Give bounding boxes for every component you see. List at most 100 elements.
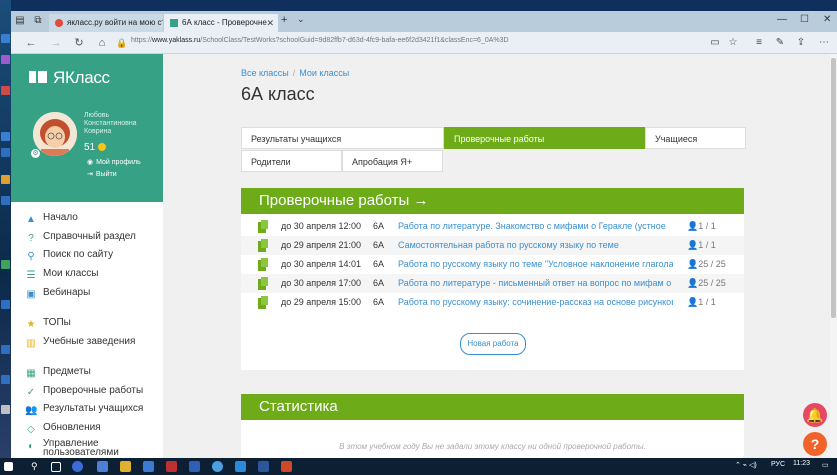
notifications-icon[interactable]: ▭ <box>822 461 829 469</box>
desktop-icon[interactable] <box>1 175 10 184</box>
scrollbar[interactable] <box>830 54 837 458</box>
sidebar-item-results[interactable]: 👥 Результаты учащихся <box>25 401 143 417</box>
app-icon[interactable] <box>72 461 83 472</box>
browser-tab-active[interactable]: 6А класс - Проверочне ✕ <box>164 14 278 32</box>
share-icon[interactable]: ⇪ <box>794 36 808 50</box>
table-row[interactable]: до 29 апреля 15:00 6А Работа по русскому… <box>241 293 744 312</box>
logo[interactable]: ЯКласс <box>53 68 110 88</box>
desktop-icon[interactable] <box>1 260 10 269</box>
check-circle-icon: ✓ <box>26 387 36 398</box>
sidebar-item-tests[interactable]: ✓ Проверочные работы <box>25 383 143 399</box>
sidebar-item-schools[interactable]: ▥ Учебные заведения <box>25 334 135 350</box>
forward-icon[interactable]: → <box>48 35 64 51</box>
sidebar-item-reference[interactable]: ? Справочный раздел <box>25 229 136 245</box>
maximize-icon[interactable]: ☐ <box>800 14 809 25</box>
avatar[interactable] <box>33 112 77 156</box>
table-row[interactable]: до 29 апреля 21:00 6А Самостоятельная ра… <box>241 236 744 255</box>
back-icon[interactable]: ← <box>23 35 39 51</box>
refresh-icon[interactable]: ↻ <box>71 35 87 51</box>
browser-tab[interactable]: якласс.ру войти на мою ст <box>49 14 163 32</box>
desktop-icon[interactable] <box>1 132 10 141</box>
sidebar-item-home[interactable]: ▲ Начало <box>25 210 78 226</box>
tab-students[interactable]: Учащиеся <box>645 127 746 149</box>
scrollbar-thumb[interactable] <box>831 58 836 318</box>
search-icon: ⚲ <box>27 251 35 262</box>
word-icon[interactable] <box>258 461 269 472</box>
reading-view-icon[interactable]: ▭ <box>708 36 722 50</box>
work-link[interactable]: Работа по литературе - письменный ответ … <box>398 274 673 293</box>
new-tab-icon[interactable]: + <box>281 14 287 26</box>
tab-preview-icon[interactable]: ⧉ <box>31 14 45 28</box>
sidebar-item-tops[interactable]: ★ ТОПы <box>25 315 71 331</box>
taskbar: ⚲ ⌃ ⌁ ◁) РУС 11:23 ▭ <box>0 458 837 475</box>
network-icon[interactable]: ⌃ ⌁ ◁) <box>735 461 757 469</box>
desktop-icon[interactable] <box>1 405 10 414</box>
search-icon[interactable]: ⚲ <box>31 461 42 472</box>
favorites-hub-icon[interactable]: ≡ <box>752 36 766 50</box>
desktop-icon[interactable] <box>1 148 10 157</box>
sidebar-item-webinars[interactable]: ▣ Вебинары <box>25 285 90 301</box>
sidebar-item-subjects[interactable]: ▦ Предметы <box>25 364 91 380</box>
work-link[interactable]: Работа по русскому языку по теме "Условн… <box>398 255 673 274</box>
close-tab-icon[interactable]: ✕ <box>266 14 274 32</box>
tab-approbation[interactable]: Апробация Я+ <box>342 150 443 172</box>
clock[interactable]: 11:23 <box>793 460 810 467</box>
tab-parents[interactable]: Родители <box>241 150 342 172</box>
desktop-icon[interactable] <box>1 86 10 95</box>
more-icon[interactable]: ⋯ <box>817 36 831 50</box>
work-link[interactable]: Самостоятельная работа по русскому языку… <box>398 236 673 255</box>
store-icon[interactable] <box>143 461 154 472</box>
language-indicator[interactable]: РУС <box>771 461 785 468</box>
desktop-icon[interactable] <box>1 55 10 64</box>
tab-tests[interactable]: Проверочные работы <box>444 127 645 149</box>
task-view-icon[interactable] <box>51 462 61 472</box>
tests-card: Проверочные работы → до 30 апреля 12:00 … <box>241 188 744 370</box>
classes-icon: ☰ <box>26 270 36 281</box>
sidebar-item-updates[interactable]: ◇ Обновления <box>25 420 100 436</box>
app-icon[interactable] <box>235 461 246 472</box>
work-link[interactable]: Работа по русскому языку: сочинение-расс… <box>398 293 673 312</box>
desktop-icon[interactable] <box>1 34 10 43</box>
sidebar-item-classes[interactable]: ☰ Мои классы <box>25 266 99 282</box>
home-icon[interactable]: ⌂ <box>94 35 110 51</box>
yaklass-logo-icon <box>29 71 47 83</box>
profile-link[interactable]: ◉ Мой профиль <box>87 158 141 166</box>
help-button[interactable]: ? <box>803 432 827 456</box>
app-icon[interactable] <box>166 461 177 472</box>
minimize-icon[interactable]: — <box>777 14 787 25</box>
breadcrumb-my-classes[interactable]: Мои классы <box>299 68 349 78</box>
document-icon <box>258 220 268 233</box>
desktop-icon[interactable] <box>1 196 10 205</box>
logout-link[interactable]: ⇥ Выйти <box>87 170 117 178</box>
favorite-star-icon[interactable]: ☆ <box>726 36 740 50</box>
new-work-button[interactable]: Новая работа <box>460 333 526 355</box>
tab-list-icon[interactable]: ▤ <box>13 14 27 28</box>
breadcrumb-all-classes[interactable]: Все классы <box>241 68 289 78</box>
edge-icon[interactable] <box>97 461 108 472</box>
tab-student-results[interactable]: Результаты учащихся <box>241 127 444 149</box>
table-row[interactable]: до 30 апреля 17:00 6А Работа по литерату… <box>241 274 744 293</box>
pen-icon[interactable]: ✎ <box>773 36 787 50</box>
chevron-down-icon[interactable]: ⌄ <box>297 14 305 25</box>
desktop-icon[interactable] <box>1 375 10 384</box>
sidebar-item-user-management[interactable]: ◐ Управление пользователями <box>25 439 145 458</box>
work-link[interactable]: Работа по литературе. Знакомство с мифам… <box>398 217 673 236</box>
close-window-icon[interactable]: ✕ <box>823 14 831 25</box>
table-row[interactable]: до 30 апреля 14:01 6А Работа по русскому… <box>241 255 744 274</box>
sidebar-item-search[interactable]: ⚲ Поиск по сайту <box>25 247 113 263</box>
updates-icon: ◇ <box>27 424 35 435</box>
tests-card-header[interactable]: Проверочные работы → <box>241 188 744 214</box>
notification-bell-icon[interactable]: 🔔 <box>803 403 827 427</box>
table-row[interactable]: до 30 апреля 12:00 6А Работа по литерату… <box>241 217 744 236</box>
settings-icon[interactable]: ⚙ <box>31 149 40 158</box>
profile-icon: ◉ <box>87 159 94 166</box>
app-icon[interactable] <box>212 461 223 472</box>
app-icon[interactable] <box>189 461 200 472</box>
explorer-icon[interactable] <box>120 461 131 472</box>
powerpoint-icon[interactable] <box>281 461 292 472</box>
desktop-icon[interactable] <box>1 300 10 309</box>
desktop-icon[interactable] <box>1 345 10 354</box>
url-field[interactable]: https://www.yaklass.ru/SchoolClass/TestW… <box>131 37 509 44</box>
breadcrumb: Все классы / Мои классы <box>241 68 350 78</box>
windows-start-icon[interactable] <box>4 462 13 471</box>
